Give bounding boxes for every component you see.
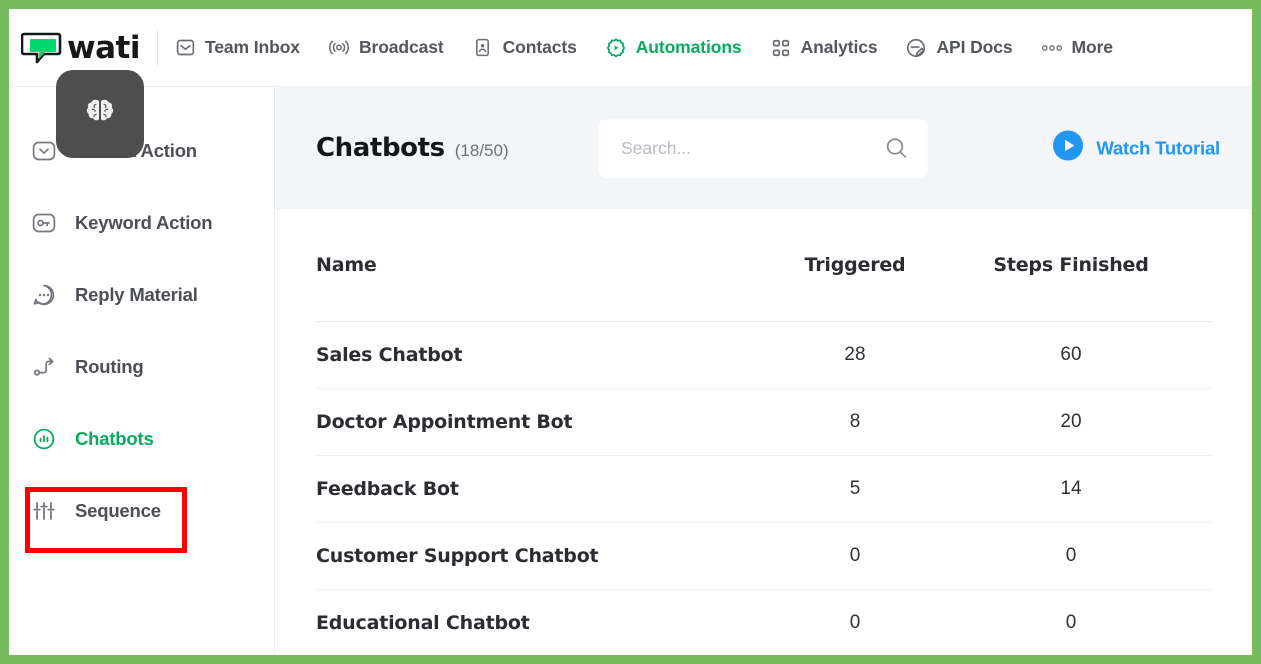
column-header-triggered: Triggered bbox=[804, 254, 906, 276]
table-row[interactable]: Feedback Bot 5 14 bbox=[276, 455, 1252, 522]
column-header-name: Name bbox=[316, 254, 377, 276]
main-content: Chatbots (18/50) Search... Watch Tutoria… bbox=[276, 87, 1252, 655]
chat-dots-icon bbox=[31, 282, 57, 308]
wati-chat-logo-icon bbox=[20, 31, 63, 65]
column-header-steps-finished: Steps Finished bbox=[993, 254, 1149, 276]
chatbots-table: Name Triggered Steps Finished Sales Chat… bbox=[276, 209, 1252, 655]
cell-name: Feedback Bot bbox=[316, 477, 459, 500]
wati-logo[interactable]: wati bbox=[20, 29, 147, 66]
watch-tutorial-label: Watch Tutorial bbox=[1096, 137, 1220, 158]
automations-sidebar: Default Action Keyword Action bbox=[9, 87, 275, 655]
table-header-row: Name Triggered Steps Finished bbox=[276, 209, 1252, 321]
play-circle-icon bbox=[1052, 130, 1084, 167]
cell-name: Doctor Appointment Bot bbox=[316, 410, 573, 433]
screenshot-frame: wati Team Inbox Broadcast Contacts Autom… bbox=[0, 0, 1261, 664]
content-header: Chatbots (18/50) Search... Watch Tutoria… bbox=[276, 87, 1252, 209]
search-box[interactable] bbox=[598, 118, 928, 178]
sidebar-item-label: Routing bbox=[75, 356, 144, 377]
sidebar-item-keyword-action[interactable]: Keyword Action bbox=[9, 201, 275, 245]
sidebar-item-label: Reply Material bbox=[75, 284, 198, 305]
nav-divider bbox=[157, 29, 158, 66]
cell-steps-finished: 0 bbox=[1065, 544, 1077, 566]
nav-label: Analytics bbox=[800, 37, 878, 57]
brain-icon bbox=[80, 92, 120, 137]
table-row[interactable]: Customer Support Chatbot 0 0 bbox=[276, 522, 1252, 589]
sidebar-item-label: Chatbots bbox=[75, 428, 154, 449]
nav-label: More bbox=[1071, 37, 1114, 57]
ai-assistant-button[interactable] bbox=[56, 70, 144, 158]
cell-name: Sales Chatbot bbox=[316, 343, 463, 366]
page-title: Chatbots bbox=[316, 133, 445, 163]
gear-play-icon bbox=[605, 37, 627, 59]
nav-item-team-inbox[interactable]: Team Inbox bbox=[174, 37, 300, 59]
cell-triggered: 8 bbox=[849, 410, 861, 432]
cell-triggered: 5 bbox=[849, 477, 861, 499]
cell-name: Customer Support Chatbot bbox=[316, 544, 599, 567]
grid-squares-icon bbox=[770, 37, 792, 59]
routing-arrow-icon bbox=[31, 354, 57, 380]
sidebar-item-label: Keyword Action bbox=[75, 212, 213, 233]
ellipsis-icon bbox=[1041, 37, 1063, 59]
sidebar-item-routing[interactable]: Routing bbox=[9, 345, 275, 389]
nav-label: API Docs bbox=[936, 37, 1013, 57]
sidebar-item-sequence[interactable]: Sequence bbox=[9, 489, 275, 533]
watch-tutorial-button[interactable]: Watch Tutorial bbox=[1052, 130, 1220, 167]
sidebar-item-chatbots[interactable]: Chatbots bbox=[9, 417, 275, 461]
key-box-icon bbox=[31, 210, 57, 236]
inbox-icon bbox=[174, 37, 196, 59]
cell-name: Educational Chatbot bbox=[316, 611, 530, 634]
chevron-down-box-icon bbox=[31, 138, 57, 164]
search-icon[interactable] bbox=[884, 136, 909, 161]
cell-steps-finished: 14 bbox=[1060, 477, 1082, 499]
nav-item-api-docs[interactable]: API Docs bbox=[905, 37, 1013, 59]
nav-item-broadcast[interactable]: Broadcast bbox=[328, 37, 444, 59]
broadcast-icon bbox=[328, 37, 350, 59]
api-circle-icon bbox=[905, 37, 927, 59]
table-row[interactable]: Doctor Appointment Bot 8 20 bbox=[276, 388, 1252, 455]
cell-triggered: 0 bbox=[849, 611, 861, 633]
chatbot-count: (18/50) bbox=[454, 141, 509, 160]
cell-triggered: 28 bbox=[844, 343, 866, 365]
chatbot-chart-icon bbox=[31, 426, 57, 452]
cell-steps-finished: 60 bbox=[1060, 343, 1082, 365]
table-row[interactable]: Sales Chatbot 28 60 bbox=[276, 321, 1252, 388]
top-navigation-bar: wati Team Inbox Broadcast Contacts Autom… bbox=[9, 9, 1252, 87]
wati-logo-text: wati bbox=[67, 29, 141, 66]
page-title-group: Chatbots (18/50) bbox=[316, 133, 598, 163]
contact-card-icon bbox=[472, 37, 494, 59]
nav-label: Automations bbox=[635, 37, 742, 57]
cell-steps-finished: 0 bbox=[1065, 611, 1077, 633]
table-row[interactable]: Educational Chatbot 0 0 bbox=[276, 589, 1252, 655]
cell-steps-finished: 20 bbox=[1060, 410, 1082, 432]
sidebar-item-reply-material[interactable]: Reply Material bbox=[9, 273, 275, 317]
sliders-icon bbox=[31, 498, 57, 524]
nav-label: Broadcast bbox=[358, 37, 444, 57]
search-input[interactable] bbox=[599, 119, 864, 177]
nav-item-analytics[interactable]: Analytics bbox=[770, 37, 878, 59]
nav-label: Contacts bbox=[502, 37, 577, 57]
nav-item-contacts[interactable]: Contacts bbox=[472, 37, 577, 59]
nav-label: Team Inbox bbox=[205, 37, 300, 57]
cell-triggered: 0 bbox=[849, 544, 861, 566]
sidebar-item-label: Sequence bbox=[75, 500, 161, 521]
nav-items-list: Team Inbox Broadcast Contacts Automation… bbox=[174, 37, 1113, 59]
wati-app-window: wati Team Inbox Broadcast Contacts Autom… bbox=[9, 9, 1252, 655]
nav-item-automations[interactable]: Automations bbox=[605, 37, 742, 59]
nav-item-more[interactable]: More bbox=[1041, 37, 1113, 59]
